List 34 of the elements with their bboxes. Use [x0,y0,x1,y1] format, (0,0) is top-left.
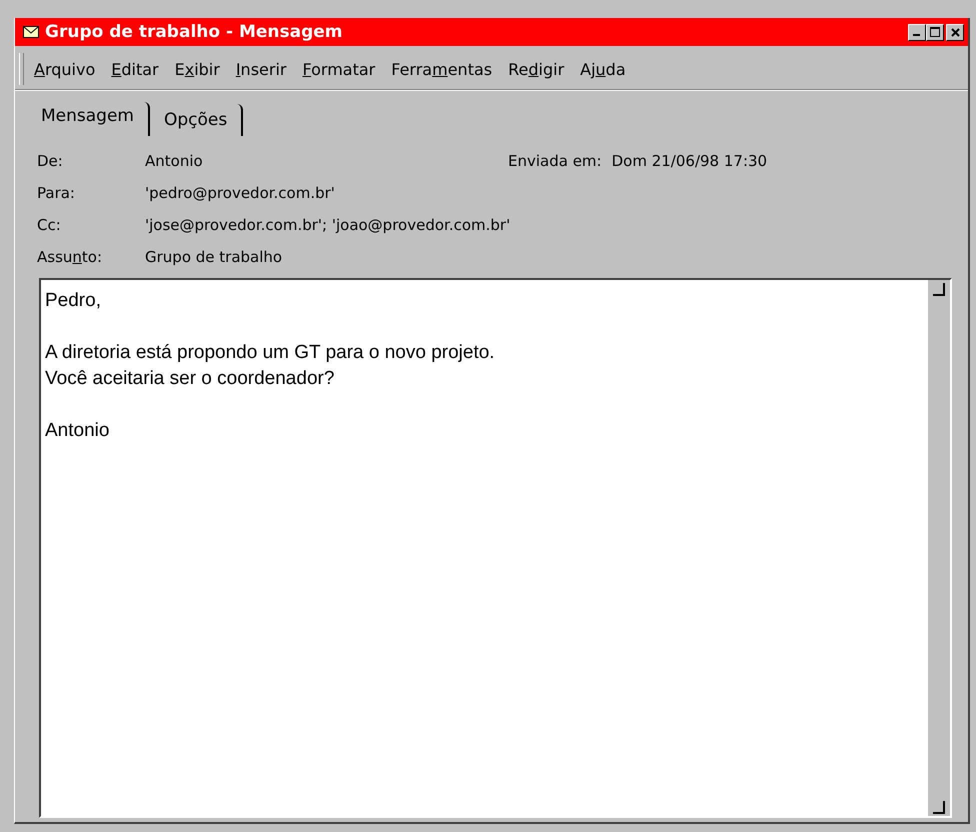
tab[interactable]: Mensagem [31,102,150,136]
corner-mark-icon [932,800,946,814]
body-text: Pedro, [45,289,102,313]
menu-item[interactable]: Editar [103,58,167,80]
menu-item[interactable]: Redigir [500,58,572,80]
field-value: 'jose@provedor.com.br'; 'joao@provedor.com.br' [145,215,512,236]
menu-item[interactable]: Formatar [294,58,384,80]
body-text: A diretoria está propondo um GT para o novo projeto. [45,341,496,365]
body-text: Antonio [45,419,110,443]
field-value: Antonio [145,151,204,172]
message-body[interactable]: Pedro, A diretoria está propondo um GT para o novo projeto. Você aceitaria ser o coordenador? Antonio [39,278,952,818]
field-value: Dom 21/06/98 17:30 [612,151,768,172]
field-label: Cc: [37,215,62,236]
minimize-button[interactable] [908,24,926,40]
menu-item[interactable]: Ferramentas [383,58,500,80]
tab[interactable]: Opções [150,104,244,136]
menu-item[interactable]: Ajuda [572,58,634,80]
close-icon [950,28,960,36]
menu-item[interactable]: Inserir [228,58,294,80]
corner-mark-icon [932,282,946,296]
field-label: Para: [37,183,76,204]
field-label: De: [37,151,64,172]
close-button[interactable] [946,24,964,40]
field-label: Enviada em: [508,151,602,172]
maximize-button[interactable] [926,24,944,40]
field-value: Grupo de trabalho [145,247,284,268]
maximize-icon [930,27,940,37]
field-label: Assunto: [37,247,104,268]
envelope-icon [23,26,39,38]
field-value: 'pedro@provedor.com.br' [145,183,336,204]
menu-item[interactable]: Arquivo [26,58,104,80]
body-text: Você aceitaria ser o coordenador? [45,367,336,391]
window-title: Grupo de trabalho - Mensagem [45,22,344,42]
menu-item[interactable]: Exibir [166,58,228,80]
